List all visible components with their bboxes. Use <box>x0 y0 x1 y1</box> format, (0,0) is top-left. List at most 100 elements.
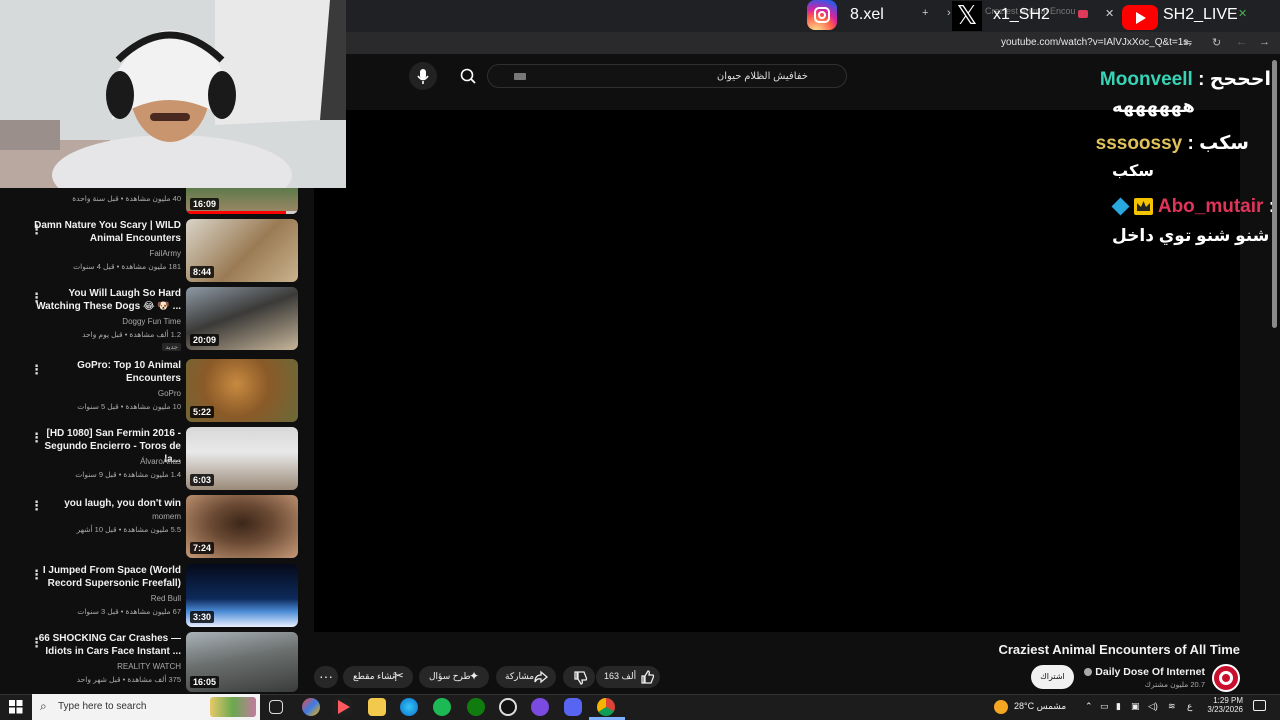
clip-button[interactable]: إنشاء مقطع ✂ <box>343 666 413 688</box>
video-thumbnail[interactable]: 7:24 <box>186 495 298 558</box>
list-item[interactable]: 20:09 ⋮ You Will Laugh So Hard Watching … <box>0 287 310 353</box>
input-language[interactable]: ع <box>1187 701 1192 712</box>
video-thumbnail[interactable]: 5:22 <box>186 359 298 422</box>
video-thumbnail[interactable]: 3:30 <box>186 564 298 627</box>
voice-search-button[interactable] <box>409 62 437 90</box>
display-icon[interactable]: ▣ <box>1131 701 1140 712</box>
reload-icon[interactable]: ↻ <box>1212 36 1221 49</box>
x-handle: x1_SH2 <box>993 6 1050 23</box>
subscribe-button[interactable]: اشتراك <box>1031 665 1074 689</box>
more-actions-button[interactable]: ··· <box>314 666 338 688</box>
ask-button[interactable]: طرح سؤال ✦ <box>419 666 489 688</box>
show-hidden-icons[interactable]: ⌃ <box>1085 701 1093 712</box>
windows-start-icon[interactable] <box>9 700 23 714</box>
edge-browser-icon[interactable] <box>400 698 418 716</box>
video-title[interactable]: GoPro: Top 10 Animal Encounters <box>31 359 181 385</box>
app-icon[interactable] <box>531 698 549 716</box>
webcam-image <box>0 0 346 188</box>
obs-icon[interactable] <box>499 698 517 716</box>
search-input[interactable]: خفافيش الظلام حيوان <box>487 64 847 88</box>
page-scrollbar[interactable] <box>1272 60 1277 328</box>
duration-badge: 16:05 <box>190 676 220 688</box>
forward-icon[interactable]: ← <box>1236 36 1247 48</box>
copilot-icon[interactable] <box>302 698 320 716</box>
channel-name[interactable]: Daily Dose Of Internet <box>1084 666 1205 678</box>
list-item[interactable]: 16:05 ⋮ 66 SHOCKING Car Crashes — Idiots… <box>0 632 310 692</box>
video-meta: 67 مليون مشاهدة • قبل 3 سنوات <box>77 607 181 616</box>
video-title[interactable]: 66 SHOCKING Car Crashes — Idiots in Cars… <box>31 632 181 658</box>
scissors-icon: ✂ <box>393 668 404 683</box>
screen: Craziest Animal Encounters ✕ › + ✕ 8.xel… <box>0 0 1280 720</box>
keyboard-icon[interactable] <box>514 73 526 80</box>
media-player-icon[interactable] <box>334 698 352 716</box>
like-button[interactable]: 163 ألف <box>596 666 660 688</box>
xbox-icon[interactable] <box>467 698 485 716</box>
video-meta: 1.2 ألف مشاهدة • قبل يوم واحد <box>82 330 181 339</box>
channel-name-text: Daily Dose Of Internet <box>1095 666 1205 678</box>
volume-icon[interactable]: ◁) <box>1148 701 1158 712</box>
wifi-icon[interactable]: ≋ <box>1168 701 1176 712</box>
share-button[interactable]: مشاركة <box>496 666 556 688</box>
list-item[interactable]: 3:30 ⋮ I Jumped From Space (World Record… <box>0 564 310 630</box>
back-icon[interactable]: → <box>1259 36 1270 48</box>
duration-badge: 3:30 <box>190 611 215 623</box>
list-item[interactable]: 7:24 ⋮ you laugh, you don't win momem 5.… <box>0 495 310 561</box>
channel-name[interactable]: Doggy Fun Time <box>122 317 181 326</box>
video-meta: 5.5 مليون مشاهدة • قبل 10 أشهر <box>76 525 181 534</box>
list-item[interactable]: 8:44 ⋮ Damn Nature You Scary | WILD Anim… <box>0 219 310 285</box>
channel-name[interactable]: GoPro <box>158 389 181 398</box>
discord-icon[interactable] <box>564 698 582 716</box>
list-item[interactable]: 5:22 ⋮ GoPro: Top 10 Animal Encounters G… <box>0 359 310 425</box>
video-thumbnail[interactable]: 6:03 <box>186 427 298 490</box>
dislike-button[interactable] <box>563 666 595 688</box>
streamer-webcam <box>0 0 346 188</box>
channel-name[interactable]: REALITY WATCH <box>117 662 181 671</box>
channel-name[interactable]: Red Bull <box>151 594 181 603</box>
clock[interactable]: 1:29 PM 3/23/2026 <box>1203 696 1243 714</box>
list-item[interactable]: 16:09 40 مليون مشاهدة • قبل سنة واحدة <box>0 188 310 214</box>
duration-badge: 5:22 <box>190 406 215 418</box>
channel-name[interactable]: FailArmy <box>149 249 181 258</box>
network-icon[interactable]: ▭ <box>1100 701 1109 712</box>
video-thumbnail[interactable]: 16:05 <box>186 632 298 692</box>
duration-badge: 16:09 <box>190 198 220 210</box>
thumbs-down-icon <box>574 671 588 685</box>
verified-icon <box>1084 668 1093 677</box>
search-button[interactable] <box>455 64 483 88</box>
chevron-right-icon[interactable]: › <box>947 7 951 19</box>
video-thumbnail[interactable]: 8:44 <box>186 219 298 282</box>
new-badge: جديد <box>162 343 181 351</box>
close-tab-icon[interactable]: ✕ <box>1105 7 1114 20</box>
taskbar-search[interactable]: ⌕ Type here to search <box>32 694 260 720</box>
url-text[interactable]: youtube.com/watch?v=IAlVJxXoc_Q&t=1s <box>1001 37 1188 48</box>
task-view-icon[interactable] <box>269 700 283 714</box>
chat-username: sssoossy <box>1095 133 1183 154</box>
site-settings-icon[interactable]: ⇋ <box>1183 36 1192 49</box>
instagram-icon <box>807 0 837 30</box>
weather-text[interactable]: 28°C مشمس <box>1014 701 1066 712</box>
channel-name[interactable]: ÁlvaroArias <box>140 457 181 466</box>
video-title[interactable]: You Will Laugh So Hard Watching These Do… <box>31 287 181 313</box>
video-title[interactable]: Damn Nature You Scary | WILD Animal Enco… <box>31 219 181 245</box>
search-icon <box>460 68 476 84</box>
channel-avatar[interactable] <box>1212 664 1240 692</box>
video-player[interactable] <box>314 110 1240 632</box>
video-thumbnail[interactable]: 16:09 <box>186 188 298 214</box>
chrome-icon[interactable] <box>597 698 615 716</box>
duration-badge: 7:24 <box>190 542 215 554</box>
new-tab-icon[interactable]: + <box>922 7 928 19</box>
search-query: خفافيش الظلام حيوان <box>716 71 808 82</box>
channel-name[interactable]: momem <box>152 512 181 521</box>
notifications-icon[interactable] <box>1253 700 1266 711</box>
video-thumbnail[interactable]: 20:09 <box>186 287 298 350</box>
video-meta: 375 ألف مشاهدة • قبل شهر واحد <box>76 675 181 684</box>
video-title[interactable]: I Jumped From Space (World Record Supers… <box>31 564 181 590</box>
mic-tray-icon[interactable]: ▮ <box>1116 701 1121 712</box>
x-logo-icon: 𝕏 <box>952 1 982 31</box>
close-window-icon[interactable]: ✕ <box>1238 7 1247 20</box>
spotify-icon[interactable] <box>433 698 451 716</box>
file-explorer-icon[interactable] <box>368 698 386 716</box>
list-item[interactable]: 6:03 ⋮ [HD 1080] San Fermin 2016 - Segun… <box>0 427 310 493</box>
video-title[interactable]: you laugh, you don't win <box>31 497 181 510</box>
crown-badge-icon <box>1134 198 1154 216</box>
